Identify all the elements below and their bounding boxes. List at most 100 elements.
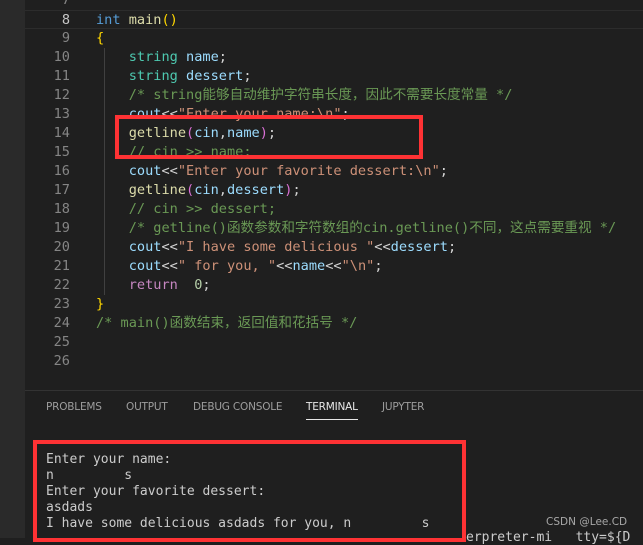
tab-terminal[interactable]: TERMINAL <box>306 401 358 420</box>
line-number: 25 <box>53 334 70 350</box>
code-editor[interactable]: 7 8 int main() 9{10 string name; 11 string d… <box>25 0 643 390</box>
code-token: ; <box>292 182 301 198</box>
code-token: cout <box>96 239 162 255</box>
code-token: name <box>292 258 326 274</box>
code-token: /* string能够自动维护字符串长度，因此不需要长度常量 */ <box>96 87 513 103</box>
code-token: ; <box>202 277 211 293</box>
line-number: 16 <box>53 163 70 179</box>
code-token: "Enter your favorite dessert:\n" <box>177 163 440 179</box>
code-line[interactable]: 12 /* string能够自动维护字符串长度，因此不需要长度常量 */ <box>25 86 643 105</box>
line-number: 12 <box>53 87 70 103</box>
code-token: () <box>161 12 178 28</box>
code-line[interactable]: 16 cout<<"Enter your favorite dessert:\n… <box>25 162 643 181</box>
code-token: dessert <box>177 68 244 84</box>
code-text: // cin >> dessert; <box>96 200 276 219</box>
code-line[interactable]: 22 return 0; <box>25 276 643 295</box>
code-token: /* main()函数结束，返回值和花括号 */ <box>96 315 358 331</box>
line-number: 26 <box>53 353 70 369</box>
code-token: dessert <box>390 239 448 255</box>
line-number: 11 <box>53 68 70 84</box>
code-token: main <box>128 12 162 28</box>
code-token: << <box>161 163 178 179</box>
code-token: " for you, " <box>177 258 277 274</box>
code-token: ; <box>243 68 252 84</box>
code-text: cout<<" for you, "<<name<<"\n"; <box>96 257 383 276</box>
code-token: } <box>96 296 105 312</box>
highlight-box-terminal <box>33 440 466 542</box>
line-number: 24 <box>53 315 70 331</box>
code-token: << <box>276 258 293 274</box>
code-line[interactable]: 10 string name; <box>25 48 643 67</box>
line-number: 10 <box>53 49 70 65</box>
code-token: << <box>161 258 178 274</box>
code-text: /* main()函数结束，返回值和花括号 */ <box>96 314 357 333</box>
code-line[interactable]: 21 cout<<" for you, "<<name<<"\n"; <box>25 257 643 276</box>
code-token: , <box>218 182 227 198</box>
code-text: /* getline()函数参数和字符数组的cin.getline()不同，这点… <box>96 219 616 238</box>
line-number: 22 <box>53 277 70 293</box>
line-number: 21 <box>53 258 70 274</box>
line-number: 8 <box>61 12 70 28</box>
tab-output[interactable]: OUTPUT <box>126 401 168 413</box>
line-number: 20 <box>53 239 70 255</box>
code-token: return <box>96 277 178 293</box>
code-token: ; <box>439 163 448 179</box>
line-number: 19 <box>53 220 70 236</box>
code-text: /* string能够自动维护字符串长度，因此不需要长度常量 */ <box>96 86 513 105</box>
code-token: "I have some delicious " <box>177 239 375 255</box>
line-number: 9 <box>61 30 70 46</box>
code-line[interactable]: 18 // cin >> dessert; <box>25 200 643 219</box>
code-line[interactable]: 7 <box>25 0 643 10</box>
code-text: getline(cin,dessert); <box>96 181 301 200</box>
code-token: name <box>177 49 219 65</box>
code-token: cout <box>96 163 162 179</box>
code-line[interactable]: 11 string dessert; <box>25 67 643 86</box>
code-line[interactable]: 17 getline(cin,dessert); <box>25 181 643 200</box>
code-line[interactable]: 23} <box>25 295 643 314</box>
code-token: /* getline()函数参数和字符数组的cin.getline()不同，这点… <box>96 220 617 236</box>
line-number: 15 <box>53 144 70 160</box>
tab-problems[interactable]: PROBLEMS <box>46 401 102 413</box>
code-text: string name; <box>96 48 227 67</box>
code-token: << <box>325 258 342 274</box>
code-token: << <box>161 239 178 255</box>
code-text: { <box>96 29 104 48</box>
line-number: 18 <box>53 201 70 217</box>
tab-debug-console[interactable]: DEBUG CONSOLE <box>193 401 283 413</box>
line-number: 14 <box>53 125 70 141</box>
code-token: { <box>96 30 105 46</box>
line-number: 17 <box>53 182 70 198</box>
code-text: string dessert; <box>96 67 252 86</box>
code-token: string <box>96 68 178 84</box>
code-token: ( <box>186 182 195 198</box>
highlight-box-code <box>115 115 423 159</box>
code-line[interactable]: 9{ <box>25 29 643 48</box>
code-token: // cin >> dessert; <box>96 201 277 217</box>
line-number: 7 <box>61 0 70 8</box>
code-token: ; <box>374 258 383 274</box>
code-line[interactable]: 26 <box>25 352 643 371</box>
code-token: ; <box>218 49 227 65</box>
code-token: cin <box>194 182 219 198</box>
code-text: int main() <box>96 11 178 30</box>
activity-bar <box>0 0 25 538</box>
code-token: cout <box>96 258 162 274</box>
code-text: cout<<"I have some delicious "<<dessert; <box>96 238 456 257</box>
code-token: getline <box>96 182 187 198</box>
code-line[interactable]: 8 int main() <box>25 10 643 29</box>
code-line[interactable]: 24 /* main()函数结束，返回值和花括号 */ <box>25 314 643 333</box>
tab-jupyter[interactable]: JUPYTER <box>382 401 424 413</box>
code-text: cout<<"Enter your favorite dessert:\n"; <box>96 162 448 181</box>
code-token: int <box>96 12 121 28</box>
code-line[interactable]: 20 cout<<"I have some delicious "<<desse… <box>25 238 643 257</box>
code-token: dessert <box>226 182 285 198</box>
code-text: } <box>96 295 104 314</box>
code-token: ; <box>447 239 457 255</box>
code-token: << <box>374 239 391 255</box>
code-line[interactable]: 25 <box>25 333 643 352</box>
code-token: "\n" <box>341 258 375 274</box>
watermark: CSDN @Lee.CD <box>546 516 628 528</box>
code-line[interactable]: 19 /* getline()函数参数和字符数组的cin.getline()不同… <box>25 219 643 238</box>
